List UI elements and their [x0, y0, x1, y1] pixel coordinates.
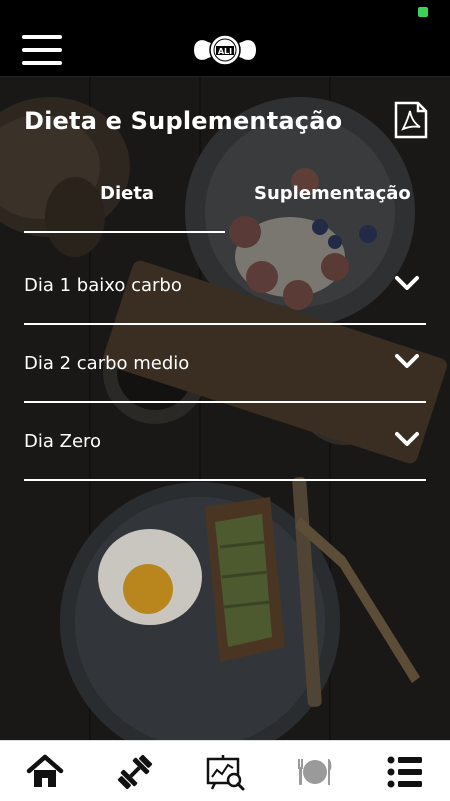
- hamburger-icon-line: [22, 61, 62, 65]
- page-title: Dieta e Suplementação: [24, 107, 343, 135]
- hamburger-icon-line: [22, 48, 62, 52]
- active-tab-indicator: [24, 231, 225, 233]
- presentation-analytics-icon[interactable]: [205, 753, 245, 791]
- status-bar: [0, 0, 450, 24]
- hamburger-icon: [22, 35, 62, 39]
- dumbbell-icon[interactable]: [115, 753, 155, 791]
- menu-button[interactable]: [22, 35, 62, 65]
- notification-indicator-icon: [418, 7, 428, 17]
- logo-icon: ALI: [194, 34, 256, 66]
- app-header: ALI: [0, 24, 450, 77]
- accordion-label: Dia Zero: [24, 431, 102, 452]
- bottom-navigation: [0, 740, 450, 801]
- logo-text: ALI: [218, 47, 232, 56]
- tab-dieta[interactable]: Dieta: [100, 183, 154, 204]
- accordion-label: Dia 2 carbo medio: [24, 353, 190, 374]
- accordion-item-dia-1[interactable]: Dia 1 baixo carbo: [24, 247, 426, 325]
- chevron-down-icon: [395, 354, 419, 368]
- home-icon[interactable]: [25, 753, 65, 791]
- accordion-item-dia-2[interactable]: Dia 2 carbo medio: [24, 325, 426, 403]
- list-icon[interactable]: [385, 753, 425, 791]
- pdf-icon[interactable]: [394, 101, 428, 139]
- diet-content: Dieta e Suplementação Dieta Suplementaçã…: [0, 77, 450, 740]
- chevron-down-icon: [395, 432, 419, 446]
- tab-suplementacao[interactable]: Suplementação: [254, 183, 411, 204]
- accordion-label: Dia 1 baixo carbo: [24, 275, 182, 296]
- plate-cutlery-icon[interactable]: [295, 753, 335, 791]
- chevron-down-icon: [395, 276, 419, 290]
- accordion-item-dia-zero[interactable]: Dia Zero: [24, 403, 426, 481]
